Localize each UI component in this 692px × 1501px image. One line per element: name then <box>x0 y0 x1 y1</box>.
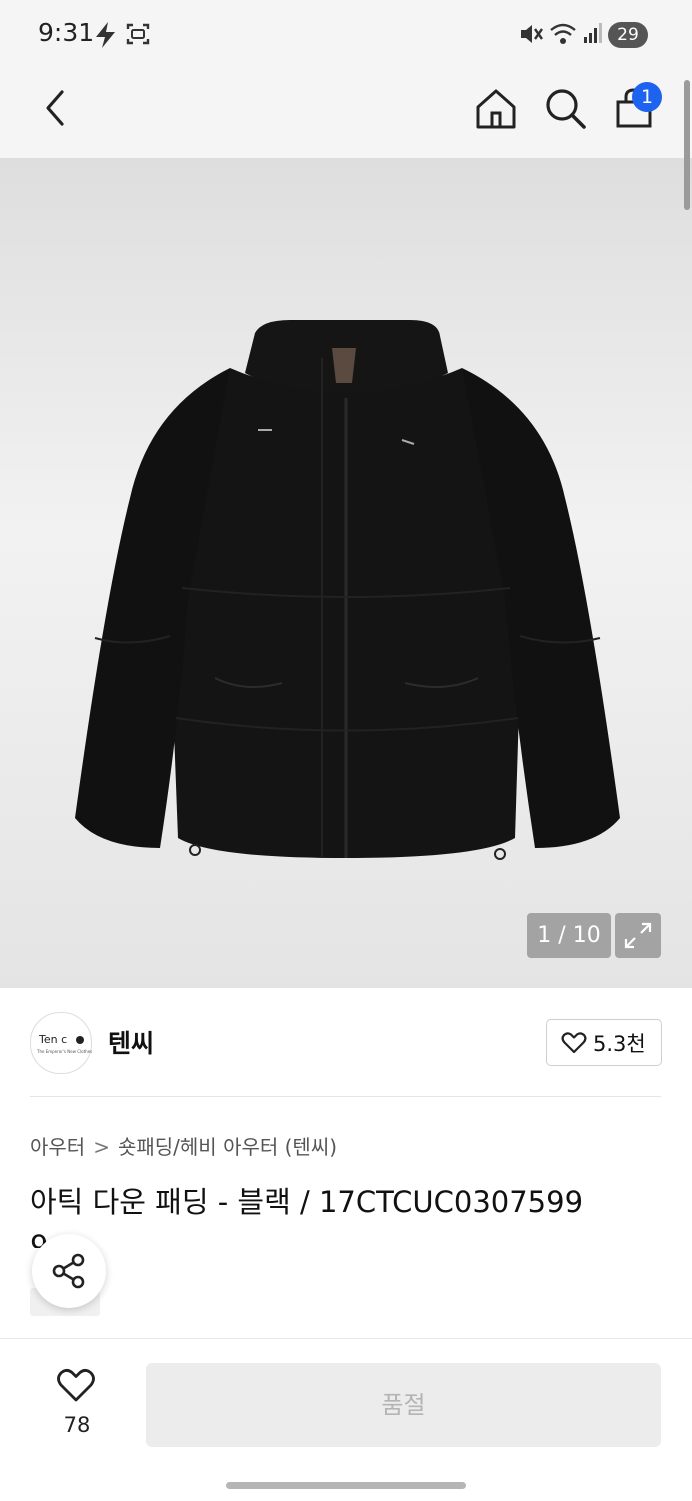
screenshot-icon <box>126 23 150 45</box>
mute-icon <box>521 25 543 43</box>
share-icon <box>52 1253 85 1289</box>
wishlist-heart-icon[interactable] <box>56 1368 96 1404</box>
page-scrollbar[interactable] <box>684 80 690 210</box>
expand-icon <box>624 922 652 949</box>
sold-out-button[interactable]: 품절 <box>146 1363 661 1447</box>
product-title: 아틱 다운 패딩 - 블랙 / 17CTCUC0307599 <box>30 1185 584 1219</box>
chevron-right-icon: > <box>93 1135 110 1159</box>
brand-logo-subtext: The Emperor's New Clothes <box>37 1049 93 1054</box>
divider <box>30 1096 661 1097</box>
wifi-icon <box>550 23 576 44</box>
home-indicator[interactable] <box>226 1482 466 1489</box>
cart-count-badge: 1 <box>632 82 662 112</box>
image-counter: 1 / 10 <box>527 913 611 958</box>
charging-icon <box>96 22 115 48</box>
share-button[interactable] <box>32 1234 106 1308</box>
back-icon[interactable] <box>38 88 72 128</box>
brand-name[interactable]: 텐씨 <box>108 1024 154 1060</box>
brand-logo-dot <box>76 1036 84 1044</box>
home-icon[interactable] <box>472 85 520 133</box>
status-time: 9:31 <box>38 18 95 47</box>
jacket-image <box>75 320 620 860</box>
signal-icon <box>584 23 602 43</box>
wishlist-count: 78 <box>63 1413 91 1437</box>
brand-logo[interactable]: Ten c The Emperor's New Clothes <box>30 1012 92 1074</box>
brand-like-count: 5.3천 <box>593 1032 646 1056</box>
brand-like-button[interactable]: 5.3천 <box>546 1019 662 1066</box>
heart-icon <box>561 1032 587 1054</box>
product-image[interactable] <box>0 158 692 988</box>
breadcrumb: 아우터 > 숏패딩/헤비 아우터 (텐씨) <box>30 1131 337 1160</box>
breadcrumb-item[interactable]: 숏패딩/헤비 아우터 (텐씨) <box>118 1135 337 1159</box>
breadcrumb-item[interactable]: 아우터 <box>30 1135 85 1159</box>
expand-image-button[interactable] <box>615 913 661 958</box>
search-icon[interactable] <box>542 85 590 133</box>
battery-level: 29 <box>608 22 648 48</box>
brand-logo-text: Ten c <box>39 1033 68 1046</box>
